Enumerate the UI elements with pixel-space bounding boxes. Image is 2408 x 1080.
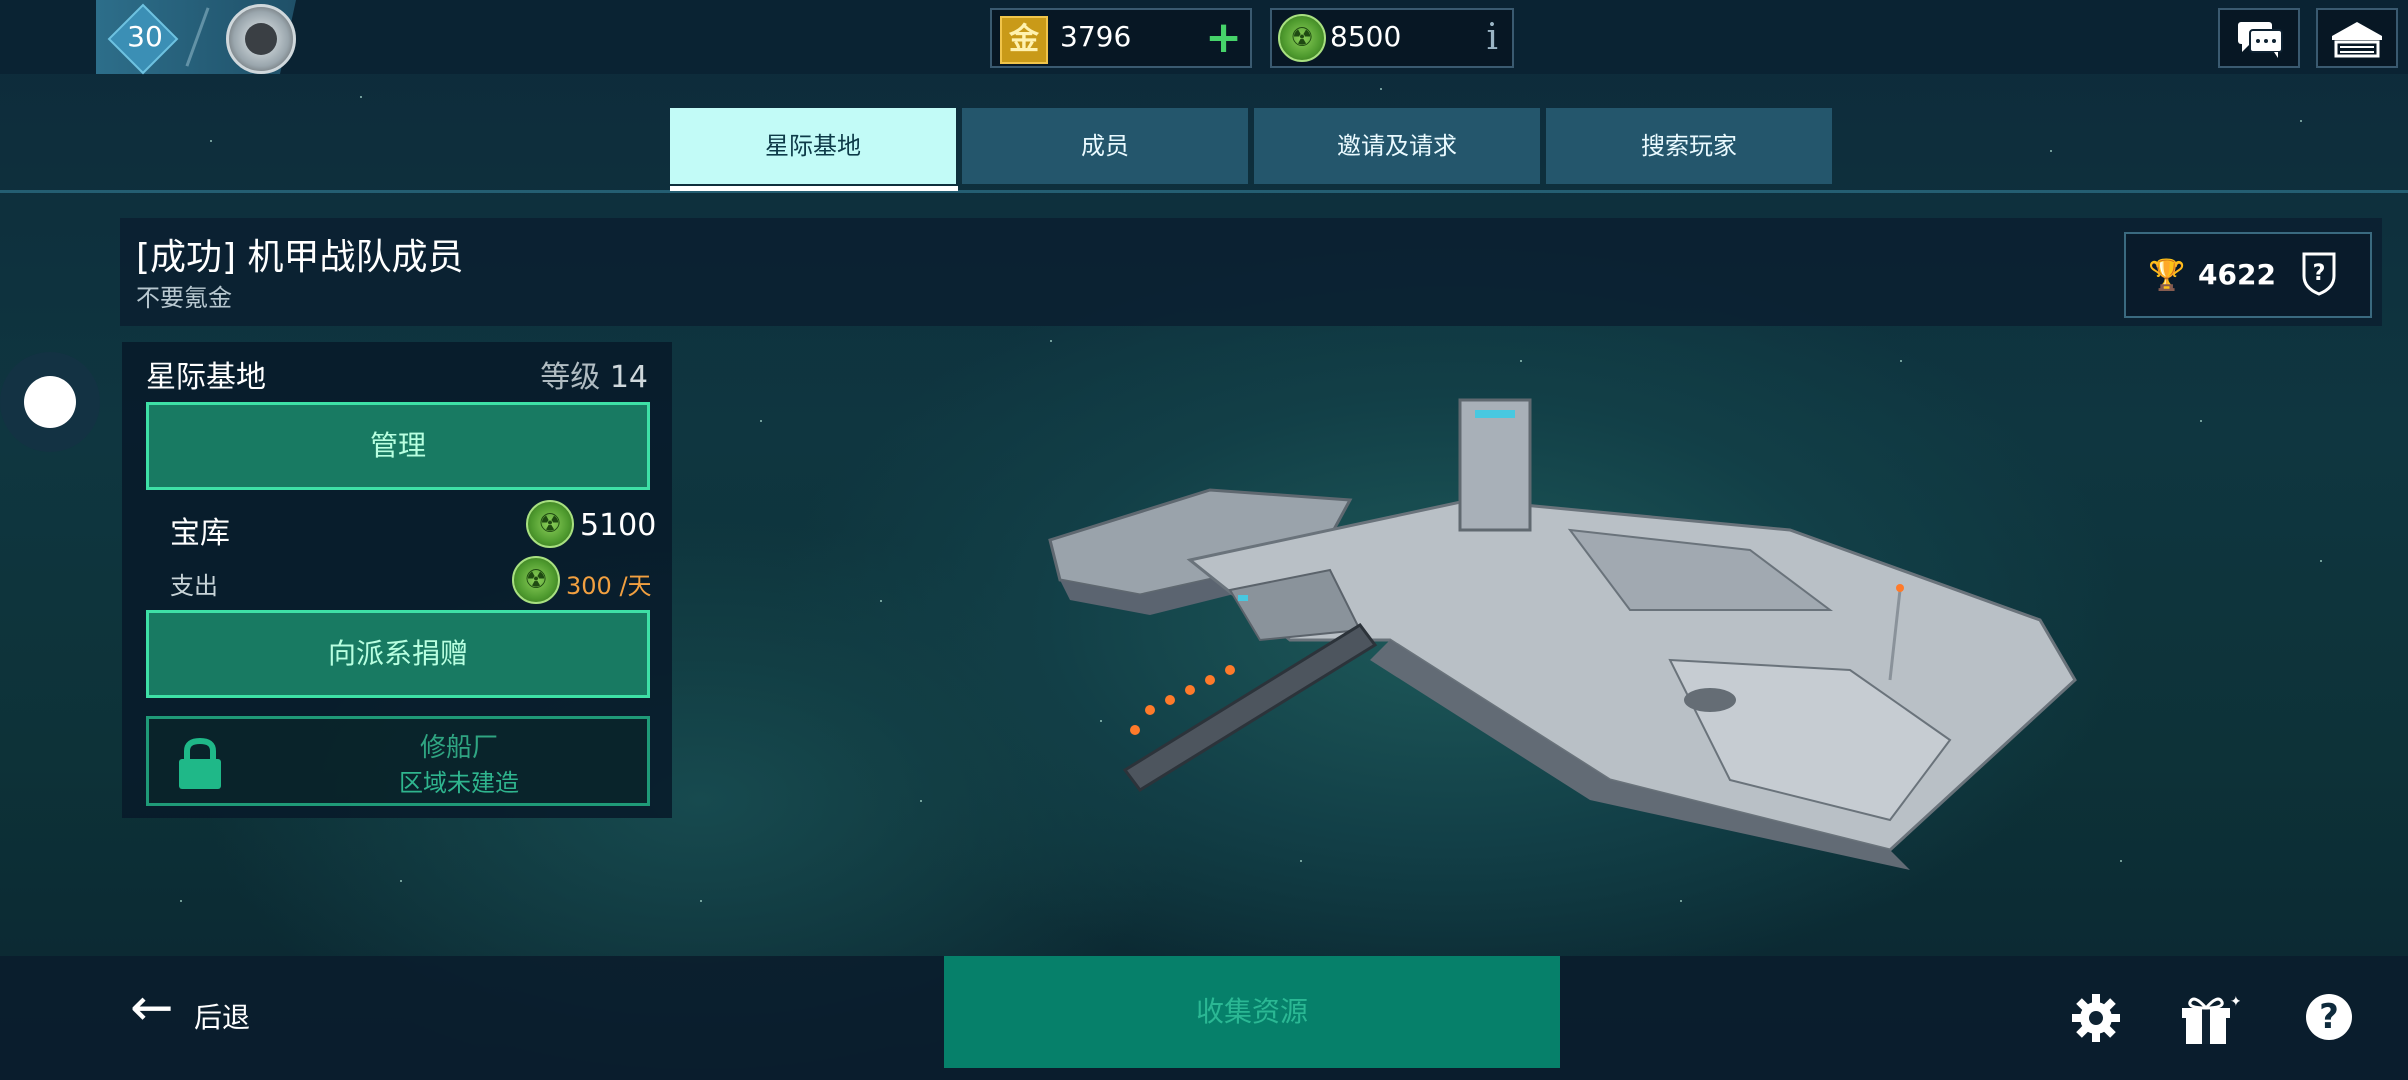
- gear-icon[interactable]: [2068, 990, 2124, 1046]
- lock-icon: [179, 737, 221, 789]
- faction-title: [成功] 机甲战队成员: [136, 237, 464, 278]
- vault-coin-icon: [526, 500, 574, 548]
- vault-label: 宝库: [170, 516, 230, 551]
- gift-icon[interactable]: ✦: [2180, 990, 2240, 1048]
- add-gold-button[interactable]: +: [1205, 14, 1242, 62]
- tab-starbase[interactable]: 星际基地: [670, 108, 956, 184]
- help-icon[interactable]: ?: [2306, 994, 2352, 1040]
- vault-value: 5100: [580, 508, 657, 543]
- shipyard-locked[interactable]: 修船厂 区域未建造: [146, 716, 650, 806]
- credits-value: 8500: [1330, 20, 1402, 53]
- faction-motto: 不要氪金: [136, 284, 232, 312]
- upkeep-coin-icon: [512, 556, 560, 604]
- back-label: 后退: [194, 1001, 251, 1034]
- active-tab-indicator: [670, 186, 958, 191]
- tab-search-players[interactable]: 搜索玩家: [1546, 108, 1832, 184]
- shipyard-status: 区域未建造: [399, 769, 519, 797]
- shipyard-title: 修船厂: [419, 733, 498, 763]
- collect-resources-button[interactable]: 收集资源: [944, 956, 1560, 1068]
- trophy-icon: 🏆: [2148, 258, 2186, 293]
- faction-emblem-icon[interactable]: [226, 4, 296, 74]
- player-level: 30: [127, 20, 163, 53]
- svg-text:?: ?: [2313, 261, 2326, 286]
- trophy-count: 4622: [2198, 258, 2276, 291]
- starbase-model-image: [1048, 398, 2077, 870]
- side-toggle-dot-icon[interactable]: [24, 376, 76, 428]
- chat-icon: [2238, 22, 2283, 58]
- chat-button[interactable]: [2218, 8, 2300, 68]
- hangar-icon: [2332, 22, 2382, 58]
- info-button[interactable]: i: [1486, 14, 1498, 62]
- tabs-divider: [0, 190, 2408, 193]
- gold-icon: 金: [1000, 16, 1048, 64]
- upkeep-label: 支出: [170, 572, 218, 600]
- svg-text:✦: ✦: [2230, 994, 2240, 1010]
- starbase-title: 星际基地: [146, 360, 266, 395]
- starbase-level: 等级 14: [540, 352, 648, 396]
- tab-invites[interactable]: 邀请及请求: [1254, 108, 1540, 184]
- credits-resource: 8500 i: [1270, 8, 1514, 68]
- shield-help-icon[interactable]: ?: [2300, 250, 2338, 296]
- back-arrow-icon: ←: [130, 978, 174, 1038]
- donate-button[interactable]: 向派系捐赠: [146, 610, 650, 698]
- level-label: 等级: [540, 360, 601, 395]
- manage-button[interactable]: 管理: [146, 402, 650, 490]
- gold-resource: 金 3796 +: [990, 8, 1252, 68]
- tab-members[interactable]: 成员: [962, 108, 1248, 184]
- credits-coin-icon: [1278, 14, 1326, 62]
- gold-value: 3796: [1060, 20, 1132, 53]
- upkeep-value: 300 /天: [566, 572, 652, 600]
- faction-trophies[interactable]: 🏆 4622 ?: [2124, 232, 2372, 318]
- base-button[interactable]: [2316, 8, 2398, 68]
- level-value: 14: [609, 360, 648, 395]
